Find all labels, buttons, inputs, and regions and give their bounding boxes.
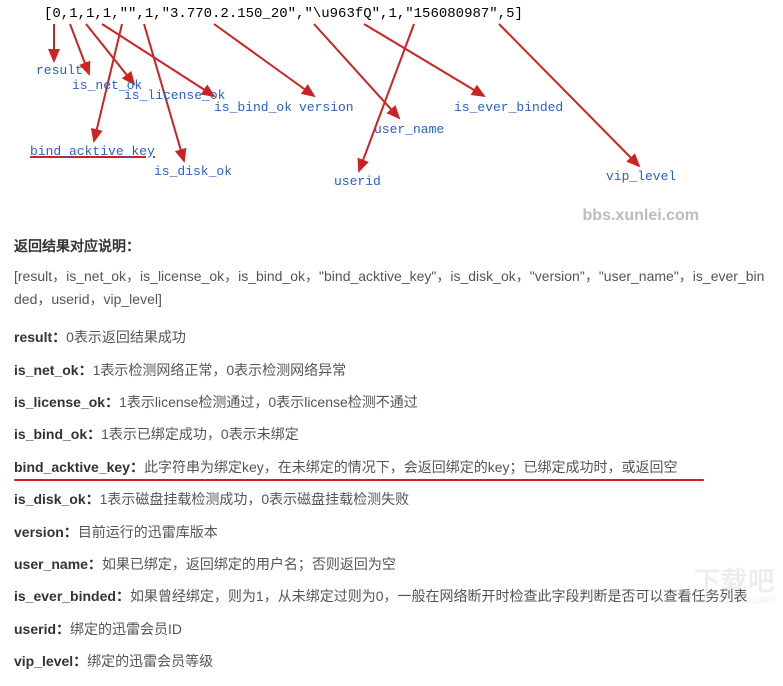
array-diagram: [0,1,1,1,"",1,"3.770.2.150_20","\u963fQ"… — [14, 6, 769, 211]
label-userid: userid — [334, 174, 381, 189]
row-is-ever-binded: is_ever_binded：如果曾经绑定，则为1，从未绑定过则为0，一般在网络… — [14, 583, 769, 609]
label-bind-acktive-key: bind_acktive_key — [30, 144, 155, 159]
label-version: version — [299, 100, 354, 115]
label-is-bind-ok: is_bind_ok — [214, 100, 292, 115]
label-vip-level: vip_level — [606, 169, 676, 184]
row-is-net-ok: is_net_ok：1表示检测网络正常，0表示检测网络异常 — [14, 357, 769, 383]
label-is-ever-binded: is_ever_binded — [454, 100, 563, 115]
label-is-disk-ok: is_disk_ok — [154, 164, 232, 179]
row-vip-level: vip_level：绑定的迅雷会员等级 — [14, 648, 769, 674]
row-userid: userid：绑定的迅雷会员ID — [14, 616, 769, 642]
row-is-license-ok: is_license_ok：1表示license检测通过，0表示license检… — [14, 389, 769, 415]
row-bind-acktive-key: bind_acktive_key：此字符串为绑定key，在未绑定的情况下，会返回… — [14, 454, 769, 480]
doc-heading: 返回结果对应说明： — [14, 235, 769, 257]
label-result: result — [36, 63, 83, 78]
row-result: result：0表示返回结果成功 — [14, 324, 769, 350]
row-is-bind-ok: is_bind_ok：1表示已绑定成功，0表示未绑定 — [14, 421, 769, 447]
label-is-license-ok: is_license_ok — [124, 88, 225, 103]
row-is-disk-ok: is_disk_ok：1表示磁盘挂载检测成功，0表示磁盘挂载检测失败 — [14, 486, 769, 512]
label-user-name: user_name — [374, 122, 444, 137]
doc-body: 返回结果对应说明： [result，is_net_ok，is_license_o… — [14, 235, 769, 674]
doc-array-line: [result，is_net_ok，is_license_ok，is_bind_… — [14, 265, 769, 310]
array-literal: [0,1,1,1,"",1,"3.770.2.150_20","\u963fQ"… — [44, 6, 523, 22]
row-version: version：目前运行的迅雷库版本 — [14, 519, 769, 545]
row-user-name: user_name：如果已绑定，返回绑定的用户名；否则返回为空 — [14, 551, 769, 577]
